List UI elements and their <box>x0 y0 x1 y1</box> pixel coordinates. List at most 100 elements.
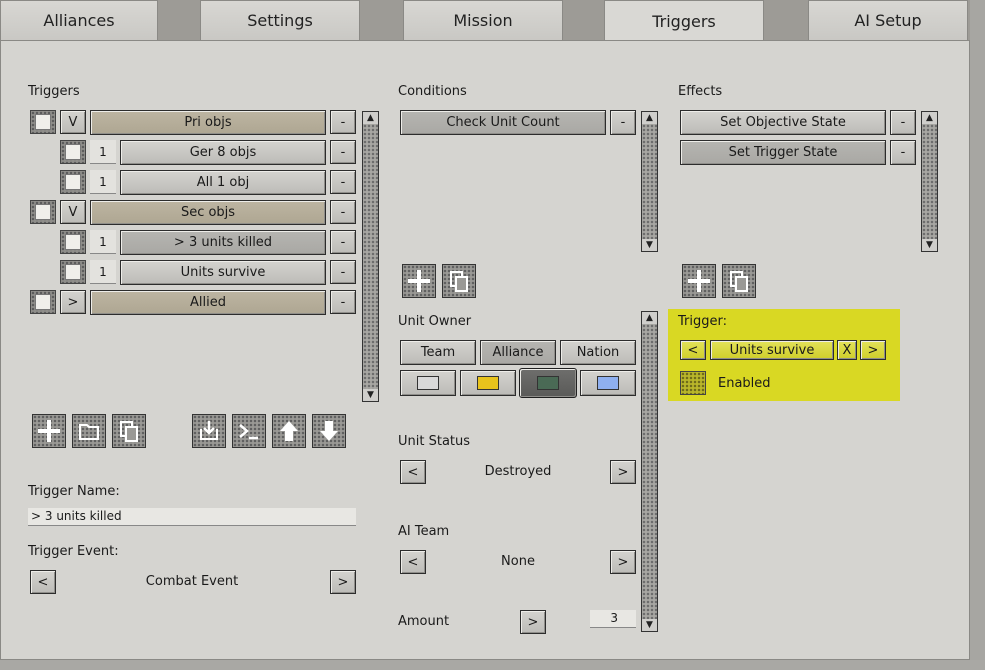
effect-item[interactable]: Set Objective State <box>680 110 886 135</box>
add-folder-button[interactable] <box>72 414 106 448</box>
ai-team-value: None <box>501 554 535 569</box>
owner-color-2-button[interactable] <box>460 370 516 396</box>
scroll-down-icon[interactable]: ▼ <box>642 619 657 631</box>
tab-settings[interactable]: Settings <box>200 0 360 40</box>
unit-status-value: Destroyed <box>484 464 552 479</box>
remove-trigger-button[interactable]: - <box>330 170 356 194</box>
script-trigger-button[interactable] <box>232 414 266 448</box>
trigger-event-label: Trigger Event: <box>28 544 119 559</box>
scroll-down-icon[interactable]: ▼ <box>363 389 378 401</box>
remove-condition-button[interactable]: - <box>610 110 636 135</box>
scroll-up-icon[interactable]: ▲ <box>922 112 937 124</box>
trigger-group-toggle-button[interactable]: > <box>60 290 86 314</box>
folder-icon <box>79 424 99 440</box>
trigger-checkbox[interactable] <box>60 260 86 284</box>
amount-next-button[interactable]: > <box>520 610 546 634</box>
owner-color-4-button[interactable] <box>580 370 636 396</box>
effect-item[interactable]: Set Trigger State <box>680 140 886 165</box>
remove-effect-button[interactable]: - <box>890 140 916 165</box>
trigger-link-clear-button[interactable]: X <box>837 340 857 360</box>
import-trigger-button[interactable] <box>192 414 226 448</box>
trigger-checkbox[interactable] <box>60 140 86 164</box>
owner-team-button[interactable]: Team <box>400 340 476 365</box>
scroll-up-icon[interactable]: ▲ <box>642 312 657 324</box>
add-condition-button[interactable] <box>402 264 436 298</box>
tab-triggers[interactable]: Triggers <box>604 0 764 42</box>
checkbox-box <box>35 114 51 130</box>
owner-color-1-button[interactable] <box>400 370 456 396</box>
checkbox-box <box>65 174 81 190</box>
remove-trigger-button[interactable]: - <box>330 230 356 254</box>
plus-icon <box>408 270 430 292</box>
trigger-item[interactable]: Ger 8 objs <box>120 140 326 165</box>
trigger-checkbox[interactable] <box>30 110 56 134</box>
color-swatch <box>417 376 439 390</box>
trigger-link-label: Trigger: <box>678 314 727 329</box>
trigger-checkbox[interactable] <box>30 200 56 224</box>
remove-trigger-button[interactable]: - <box>330 200 356 224</box>
conditions-scrollbar[interactable]: ▲ ▼ <box>641 111 658 252</box>
enabled-checkbox[interactable] <box>680 371 706 395</box>
unit-status-prev-button[interactable]: < <box>400 460 426 484</box>
arrow-up-icon <box>280 421 298 441</box>
trigger-item[interactable]: > 3 units killed <box>120 230 326 255</box>
tab-alliances[interactable]: Alliances <box>0 0 158 40</box>
owner-alliance-button[interactable]: Alliance <box>480 340 556 365</box>
effects-scrollbar[interactable]: ▲ ▼ <box>921 111 938 252</box>
trigger-event-prev-button[interactable]: < <box>30 570 56 594</box>
owner-color-3-button[interactable] <box>519 368 577 398</box>
scroll-up-icon[interactable]: ▲ <box>363 112 378 124</box>
unit-status-next-button[interactable]: > <box>610 460 636 484</box>
scroll-up-icon[interactable]: ▲ <box>642 112 657 124</box>
add-effect-button[interactable] <box>682 264 716 298</box>
trigger-name-input[interactable]: > 3 units killed <box>28 508 356 526</box>
add-trigger-button[interactable] <box>32 414 66 448</box>
copy-trigger-button[interactable] <box>112 414 146 448</box>
copy-effect-button[interactable] <box>722 264 756 298</box>
trigger-name-label: Trigger Name: <box>28 484 120 499</box>
trigger-group-item[interactable]: Pri objs <box>90 110 326 135</box>
trigger-group-item[interactable]: Sec objs <box>90 200 326 225</box>
trigger-event-value: Combat Event <box>145 574 239 589</box>
trigger-item[interactable]: Units survive <box>120 260 326 285</box>
condition-item[interactable]: Check Unit Count <box>400 110 606 135</box>
trigger-checkbox[interactable] <box>60 170 86 194</box>
condition-details-scrollbar[interactable]: ▲ ▼ <box>641 311 658 632</box>
owner-nation-button[interactable]: Nation <box>560 340 636 365</box>
scroll-down-icon[interactable]: ▼ <box>642 239 657 251</box>
remove-trigger-button[interactable]: - <box>330 260 356 284</box>
effects-label: Effects <box>678 84 723 99</box>
trigger-link-prev-button[interactable]: < <box>680 340 706 360</box>
move-up-button[interactable] <box>272 414 306 448</box>
import-icon <box>200 421 218 440</box>
color-swatch <box>477 376 499 390</box>
trigger-event-next-button[interactable]: > <box>330 570 356 594</box>
amount-input[interactable]: 3 <box>590 610 636 628</box>
trigger-item[interactable]: All 1 obj <box>120 170 326 195</box>
window-edge-right <box>970 0 985 670</box>
tab-ai-setup[interactable]: AI Setup <box>808 0 968 40</box>
ai-team-next-button[interactable]: > <box>610 550 636 574</box>
copy-condition-button[interactable] <box>442 264 476 298</box>
checkbox-box <box>65 264 81 280</box>
remove-effect-button[interactable]: - <box>890 110 916 135</box>
trigger-group-item[interactable]: Allied <box>90 290 326 315</box>
remove-trigger-button[interactable]: - <box>330 140 356 164</box>
trigger-group-toggle-button[interactable]: V <box>60 200 86 224</box>
trigger-link-next-button[interactable]: > <box>860 340 886 360</box>
color-swatch <box>597 376 619 390</box>
trigger-group-toggle-button[interactable]: V <box>60 110 86 134</box>
trigger-link-select[interactable]: Units survive <box>710 340 834 360</box>
trigger-checkbox[interactable] <box>30 290 56 314</box>
move-down-button[interactable] <box>312 414 346 448</box>
scroll-down-icon[interactable]: ▼ <box>922 239 937 251</box>
checkbox-box <box>65 144 81 160</box>
ai-team-prev-button[interactable]: < <box>400 550 426 574</box>
remove-trigger-button[interactable]: - <box>330 110 356 134</box>
remove-trigger-button[interactable]: - <box>330 290 356 314</box>
trigger-checkbox[interactable] <box>60 230 86 254</box>
checkbox-box <box>35 294 51 310</box>
trigger-list-scrollbar[interactable]: ▲ ▼ <box>362 111 379 402</box>
tab-mission[interactable]: Mission <box>403 0 563 40</box>
triggers-label: Triggers <box>28 84 80 99</box>
